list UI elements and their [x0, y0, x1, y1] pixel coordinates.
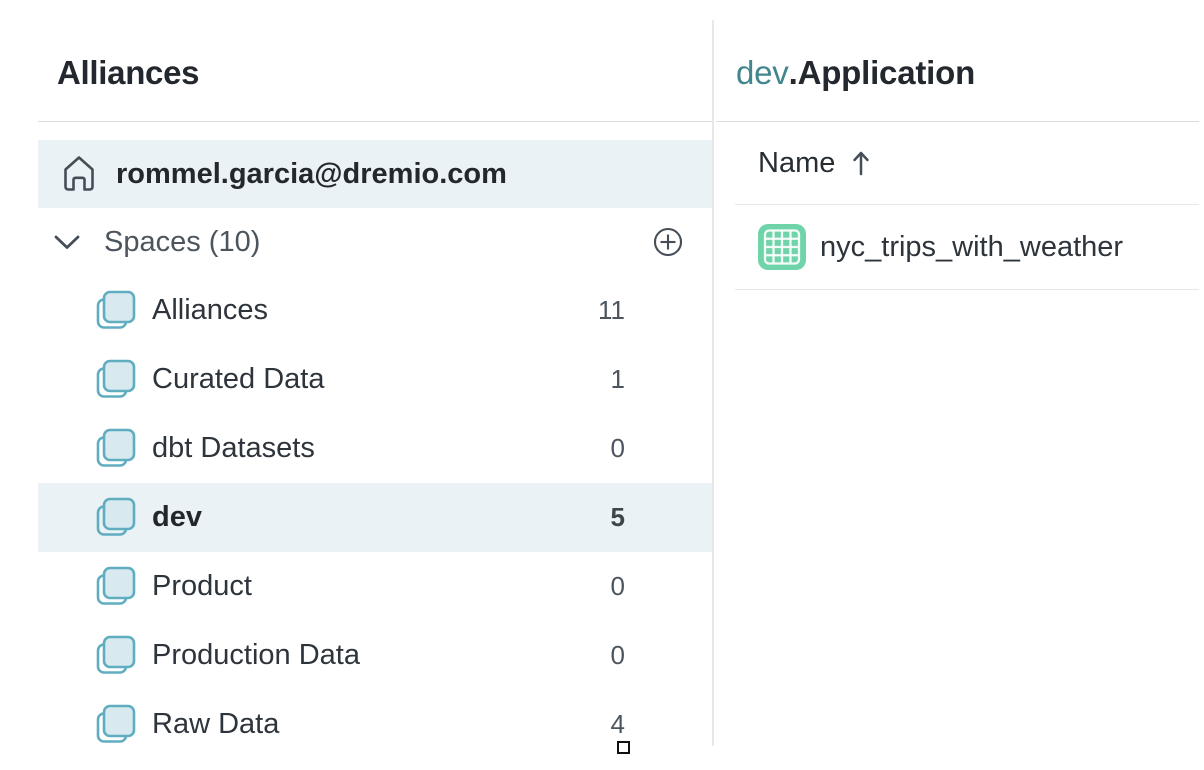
sidebar-item-label: dev [152, 501, 202, 534]
panel-divider [712, 20, 714, 746]
breadcrumb: dev.Application [736, 54, 975, 92]
table-dataset-icon [758, 224, 806, 270]
plus-circle-icon[interactable] [653, 227, 683, 257]
space-icon [95, 496, 137, 540]
home-user-label: rommel.garcia@dremio.com [116, 158, 507, 191]
dataset-browser-panel: dev.Application Name [716, 0, 1204, 770]
cursor-artifact-square [617, 741, 630, 754]
sidebar-item-label: dbt Datasets [152, 432, 315, 465]
chevron-down-icon[interactable] [53, 233, 81, 251]
sidebar-item-alliances[interactable]: Alliances 11 [38, 276, 712, 345]
sidebar-item-raw-data[interactable]: Raw Data 4 [38, 690, 712, 759]
column-header-label: Name [758, 147, 835, 180]
breadcrumb-space[interactable]: dev [736, 54, 789, 91]
sort-arrow-up-icon [852, 149, 870, 177]
catalog-screen: Alliances rommel.garcia@dremio.com Space… [0, 0, 1204, 770]
sidebar-item-label: Raw Data [152, 708, 279, 741]
sidebar-item-home[interactable]: rommel.garcia@dremio.com [38, 140, 712, 208]
space-icon [95, 703, 137, 747]
dataset-name: nyc_trips_with_weather [820, 231, 1123, 264]
home-icon [62, 153, 96, 195]
space-icon [95, 358, 137, 402]
sidebar-item-product[interactable]: Product 0 [38, 552, 712, 621]
sidebar-item-label: Production Data [152, 639, 360, 672]
sidebar-title: Alliances [57, 54, 199, 92]
sidebar-item-count: 0 [611, 640, 625, 671]
sidebar-item-count: 1 [611, 364, 625, 395]
space-icon [95, 565, 137, 609]
sidebar-item-label: Alliances [152, 294, 268, 327]
space-icon [95, 289, 137, 333]
sidebar-item-label: Product [152, 570, 252, 603]
sidebar-item-count: 11 [598, 295, 625, 326]
sidebar-item-count: 0 [611, 433, 625, 464]
sidebar-section-spaces[interactable]: Spaces (10) [38, 208, 712, 276]
sidebar-item-production-data[interactable]: Production Data 0 [38, 621, 712, 690]
sidebar-item-curated-data[interactable]: Curated Data 1 [38, 345, 712, 414]
catalog-sidebar: Alliances rommel.garcia@dremio.com Space… [0, 0, 713, 770]
space-icon [95, 634, 137, 678]
sidebar-header-divider [38, 121, 712, 122]
table-header-name[interactable]: Name [716, 122, 1199, 204]
sidebar-item-count: 4 [611, 709, 625, 740]
sidebar-item-count: 0 [611, 571, 625, 602]
spaces-section-label: Spaces (10) [104, 226, 260, 259]
page-title: Application [798, 54, 975, 91]
sidebar-item-dbt-datasets[interactable]: dbt Datasets 0 [38, 414, 712, 483]
sidebar-item-dev[interactable]: dev 5 [38, 483, 712, 552]
breadcrumb-separator: . [789, 54, 798, 91]
table-row[interactable]: nyc_trips_with_weather [716, 205, 1199, 289]
table-row-divider [735, 289, 1199, 290]
space-icon [95, 427, 137, 471]
sidebar-item-count: 5 [611, 502, 625, 533]
sidebar-item-label: Curated Data [152, 363, 325, 396]
